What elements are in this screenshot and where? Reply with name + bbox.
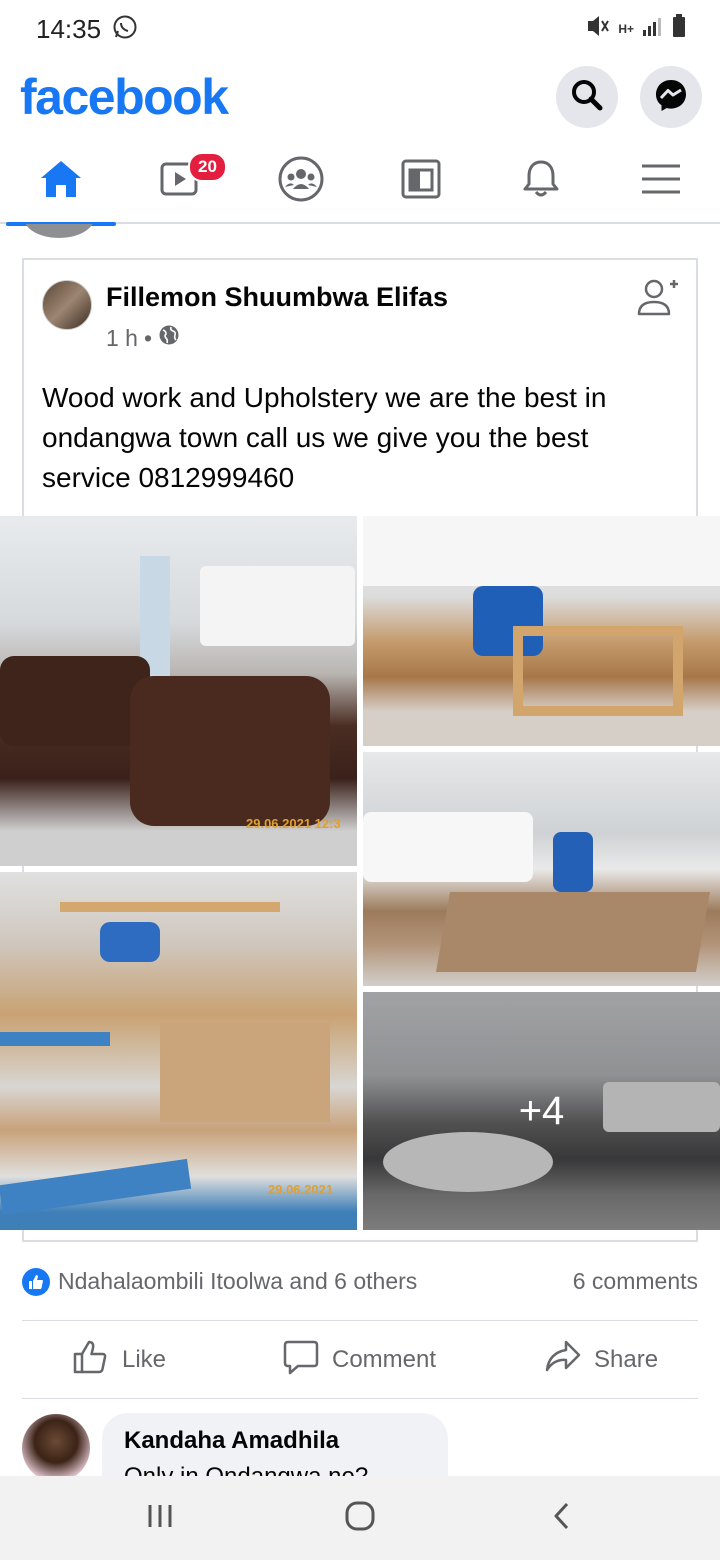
app-header: facebook [0,56,720,138]
status-time: 14:35 [36,14,102,44]
commenter-avatar[interactable] [22,1414,90,1482]
post-photo-3[interactable] [363,752,720,986]
more-photos-overlay[interactable]: +4 [363,992,720,1230]
reactions-bar: Ndahalaombili Itoolwa and 6 others 6 com… [22,1262,698,1302]
messenger-button[interactable] [640,66,702,128]
tab-groups[interactable] [246,138,356,224]
recent-apps-icon [146,1503,174,1534]
search-button[interactable] [556,66,618,128]
post-author-avatar[interactable] [42,280,92,330]
tab-watch[interactable]: 20 [126,138,236,224]
menu-icon [640,161,682,202]
home-icon [39,158,83,205]
thumbs-up-icon [72,1339,110,1382]
post-photo-4[interactable]: 29.06.2021 [0,872,357,1230]
sawhorse-shape [60,902,280,992]
signal-icon [642,15,664,42]
white-truck-shape [363,812,533,882]
battery-icon [672,14,686,43]
previous-post-sliver [0,224,720,242]
recent-apps-button[interactable] [100,1476,220,1560]
like-label: Like [122,1346,167,1373]
post-photo-1[interactable]: 29.06.2021 12:3 [0,516,357,866]
white-truck-shape [200,566,355,646]
post-author-name[interactable]: Fillemon Shuumbwa Elifas [106,282,448,313]
like-reaction-icon [22,1268,50,1296]
reactions-summary[interactable]: Ndahalaombili Itoolwa and 6 others [58,1268,417,1295]
armchair-shape [130,676,330,826]
home-nav-button[interactable] [300,1476,420,1560]
wood-frame-shape [513,626,683,716]
post-actions: Like Comment Share [22,1322,698,1398]
like-button[interactable]: Like [72,1322,166,1398]
worker-shape [553,832,593,892]
share-button[interactable]: Share [544,1322,658,1398]
post-time[interactable]: 1 h [106,325,138,352]
photo-date-stamp: 29.06.2021 [268,1182,334,1197]
tab-menu[interactable] [606,138,716,224]
previous-post-avatar [24,224,94,238]
worker-shape [100,922,160,962]
home-circle-icon [344,1500,376,1537]
meta-separator-dot: • [143,324,153,351]
add-friend-icon[interactable] [636,276,680,320]
comment-label: Comment [332,1346,437,1373]
network-type-label: H+ [618,21,634,36]
comment-icon [282,1339,320,1382]
share-label: Share [594,1346,659,1373]
sofa-shape [0,656,150,746]
tab-notifications[interactable] [486,138,596,224]
groups-icon [277,155,325,208]
share-icon [544,1339,582,1382]
tab-bar: 20 [0,138,720,226]
watch-badge: 20 [188,152,227,182]
back-button[interactable] [502,1476,622,1560]
comment-button[interactable]: Comment [282,1322,436,1398]
mute-icon [586,15,610,42]
commenter-name[interactable]: Kandaha Amadhila [124,1427,339,1455]
comments-count[interactable]: 6 comments [573,1268,698,1295]
divider [22,1398,698,1399]
status-bar: 14:35 H+ [0,0,720,56]
post-meta: 1 h • [106,324,180,352]
ceiling-shape [363,516,720,586]
wood-panel-shape [435,892,711,972]
more-photos-count: +4 [518,1088,565,1133]
system-nav-bar [0,1476,720,1560]
bell-icon [521,158,561,205]
tab-home[interactable] [6,138,116,226]
cardboard-shape [160,1022,330,1122]
search-icon [570,78,604,117]
status-icons: H+ [586,14,686,43]
divider [22,1320,698,1321]
whatsapp-icon [112,14,138,40]
blue-stand-shape [0,1158,192,1216]
post-photo-2[interactable] [363,516,720,746]
facebook-logo[interactable]: facebook [20,68,229,126]
messenger-icon [653,77,689,118]
back-icon [551,1501,573,1536]
post-text: Wood work and Upholstery we are the best… [42,382,607,493]
pages-icon [400,158,442,205]
tab-pages[interactable] [366,138,476,224]
post-photo-5[interactable]: +4 [363,992,720,1230]
photo-date-stamp: 29.06.2021 12:3 [246,816,341,831]
globe-icon [158,324,180,352]
blue-stand-shape [0,1032,110,1046]
